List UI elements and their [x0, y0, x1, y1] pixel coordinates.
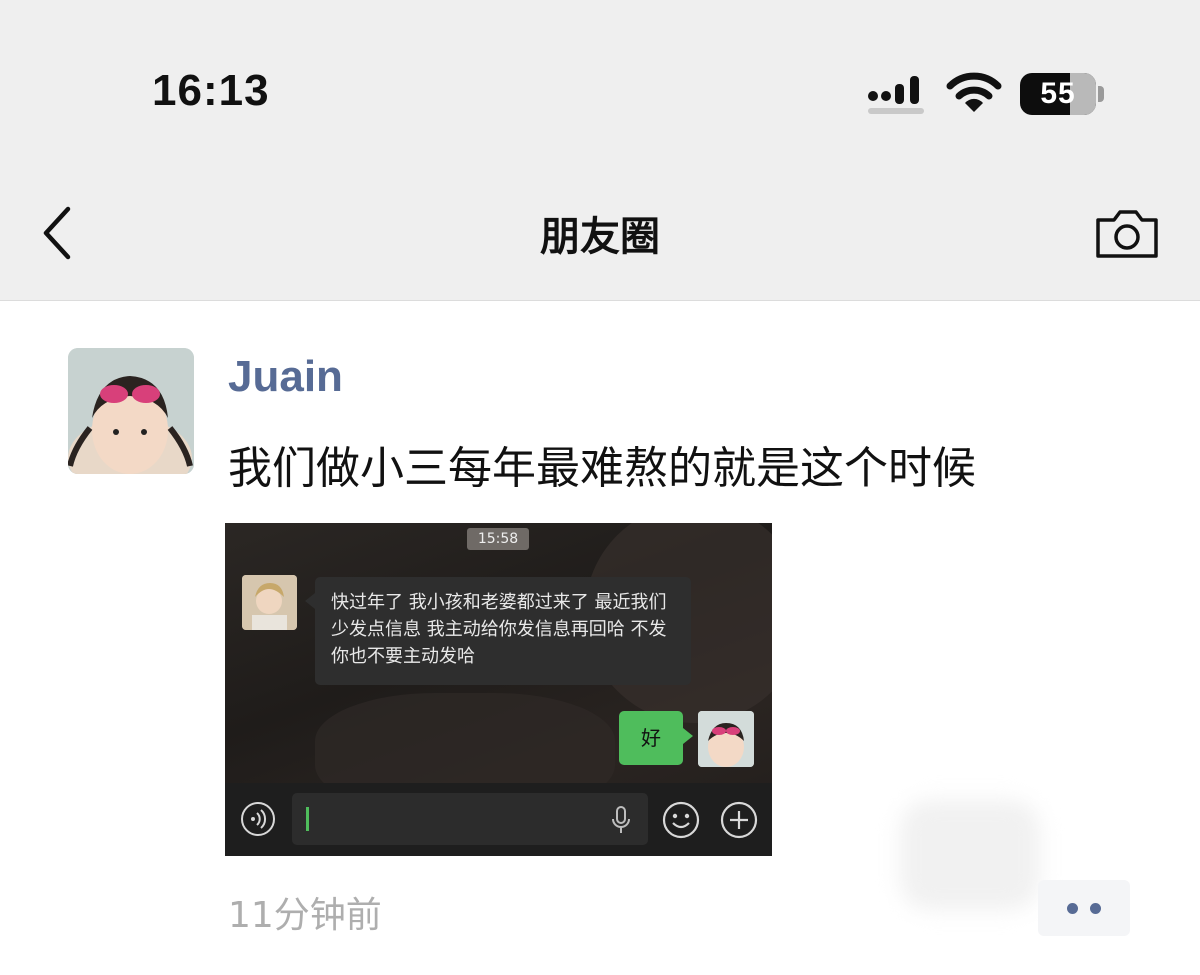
- post-timestamp: 11分钟前: [228, 895, 382, 936]
- avatar[interactable]: [68, 348, 194, 474]
- microphone-icon: [612, 806, 630, 833]
- incoming-message-bubble: 快过年了 我小孩和老婆都过来了 最近我们少发点信息 我主动给你发信息再回哈 不发…: [305, 577, 691, 685]
- camera-icon[interactable]: [1094, 208, 1160, 260]
- dot: [1090, 903, 1101, 914]
- dot: [1067, 903, 1078, 914]
- post-image[interactable]: 15:58 快过年了 我小孩和老婆都过来了 最近我们少发点信息 我主动给你发信息…: [225, 523, 772, 856]
- wifi-icon: [946, 72, 1002, 112]
- header-bar: 16:13 55 朋友圈: [0, 0, 1200, 301]
- chat-input-bar: [225, 783, 772, 856]
- post-username[interactable]: Juain: [228, 352, 343, 402]
- receiver-avatar: [698, 711, 754, 767]
- incoming-message-text: 快过年了 我小孩和老婆都过来了 最近我们少发点信息 我主动给你发信息再回哈 不发…: [331, 592, 667, 667]
- chat-time-label: 15:58: [467, 528, 529, 550]
- sender-avatar: [242, 575, 297, 630]
- text-cursor: [306, 807, 309, 831]
- plus-icon: [720, 801, 758, 839]
- baby-avatar-image: [68, 348, 194, 474]
- outgoing-message-bubble: 好: [619, 711, 693, 765]
- battery-nub: [1098, 86, 1104, 102]
- signal-icon: [868, 76, 924, 114]
- battery-icon: 55: [1020, 73, 1096, 115]
- voice-icon: [241, 802, 275, 836]
- page-title: 朋友圈: [540, 214, 660, 260]
- status-time: 16:13: [152, 66, 270, 115]
- blurred-area: [900, 800, 1040, 910]
- more-dots-icon[interactable]: [1038, 880, 1130, 936]
- post-text: 我们做小三每年最难熬的就是这个时候: [228, 443, 976, 494]
- battery-level: 55: [1040, 77, 1076, 110]
- chat-text-field: [292, 793, 648, 845]
- emoji-icon: [662, 801, 700, 839]
